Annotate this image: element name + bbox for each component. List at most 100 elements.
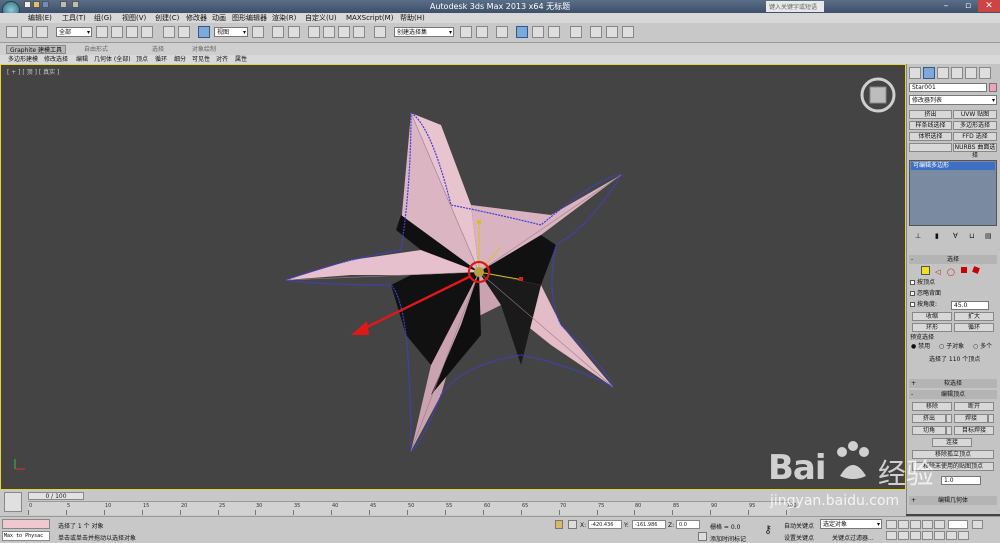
- polygon-level-icon[interactable]: [961, 267, 967, 273]
- angle-value-field[interactable]: 45.0: [951, 301, 989, 310]
- chamfer-settings-icon[interactable]: [946, 426, 952, 435]
- play-icon[interactable]: [910, 520, 921, 529]
- vol-select-button[interactable]: 体积选择: [909, 132, 952, 141]
- time-slider[interactable]: 0 / 100: [28, 492, 84, 500]
- checkbox-icon[interactable]: [910, 291, 915, 296]
- selected-object-dropdown[interactable]: 选定对象: [820, 519, 882, 529]
- maximize-viewport-icon[interactable]: [958, 531, 969, 540]
- ring-button[interactable]: 环形: [912, 323, 952, 332]
- key-filters-button[interactable]: 关键点过滤器...: [832, 533, 874, 542]
- ribbon-item-geometry-all[interactable]: 几何体 (全部): [94, 55, 131, 64]
- y-coordinate-field[interactable]: -161.986: [632, 520, 666, 529]
- orbit-icon[interactable]: [946, 531, 957, 540]
- select-object-icon[interactable]: [96, 26, 108, 38]
- layer-manager-icon[interactable]: [496, 26, 508, 38]
- extrude-settings-icon[interactable]: [946, 414, 952, 423]
- vertex-level-icon[interactable]: [921, 266, 930, 275]
- zoom-icon[interactable]: [886, 531, 897, 540]
- break-button[interactable]: 断开: [954, 402, 994, 411]
- by-vertex-checkbox[interactable]: 按顶点: [910, 279, 935, 287]
- star-mesh[interactable]: [285, 111, 623, 453]
- uvw-map-button[interactable]: UVW 贴图: [953, 110, 997, 119]
- menu-views[interactable]: 视图(V): [122, 13, 146, 23]
- checkbox-icon[interactable]: [910, 302, 915, 307]
- time-config-icon[interactable]: [972, 520, 983, 529]
- timeline-track[interactable]: 0 5 10 15 20 25 30 35 40 45 50 55 60 65 70 75 80 85 90 95 10…: [28, 501, 797, 515]
- field-of-view-icon[interactable]: [922, 531, 933, 540]
- menu-customize[interactable]: 自定义(U): [305, 13, 337, 23]
- edit-named-selection-icon[interactable]: [374, 26, 386, 38]
- modifier-list-dropdown[interactable]: 修改器列表: [909, 95, 997, 105]
- create-tab-icon[interactable]: [909, 67, 921, 79]
- select-move-icon[interactable]: [163, 26, 175, 38]
- maxscript-input[interactable]: Max to Physac: [2, 531, 50, 541]
- modifier-stack[interactable]: 可编辑多边形: [909, 160, 997, 226]
- maxscript-listener-mini[interactable]: [2, 519, 50, 529]
- show-end-result-icon[interactable]: ▮: [935, 232, 939, 240]
- preview-option-disabled[interactable]: ● 禁用: [911, 343, 930, 351]
- remove-button[interactable]: 移除: [912, 402, 952, 411]
- motion-tab-icon[interactable]: [951, 67, 963, 79]
- ffd-select-button[interactable]: FFD 选择: [953, 132, 997, 141]
- key-icon[interactable]: ⚷: [764, 523, 772, 536]
- select-scale-icon[interactable]: [198, 26, 210, 38]
- shrink-button[interactable]: 收缩: [912, 312, 952, 321]
- empty-modifier-button[interactable]: [909, 143, 952, 152]
- maximize-icon[interactable]: ▫: [957, 0, 979, 12]
- selection-filter-dropdown[interactable]: 全部: [56, 27, 92, 37]
- select-rotate-icon[interactable]: [178, 26, 190, 38]
- named-selection-dropdown[interactable]: 创建选择集: [394, 27, 454, 37]
- nurbs-surface-select-button[interactable]: NURBS 曲面选择: [953, 143, 997, 159]
- time-tag-icon[interactable]: [698, 532, 707, 541]
- edit-vertices-rollout-header[interactable]: - 编辑顶点: [909, 390, 997, 399]
- ribbon-item-modify-selection[interactable]: 修改选择: [44, 55, 68, 64]
- configure-modifier-sets-icon[interactable]: ▤: [985, 232, 992, 240]
- tab-object-paint[interactable]: 对象绘制: [192, 45, 216, 54]
- render-production-icon[interactable]: [622, 26, 634, 38]
- align-icon[interactable]: [476, 26, 488, 38]
- zoom-all-icon[interactable]: [898, 531, 909, 540]
- object-color-swatch[interactable]: [989, 83, 997, 92]
- menu-help[interactable]: 帮助(H): [400, 13, 425, 23]
- tab-selection[interactable]: 选择: [152, 45, 164, 54]
- graphite-toggle-icon[interactable]: [516, 26, 528, 38]
- close-icon[interactable]: ✕: [978, 0, 1000, 12]
- ribbon-item-edit[interactable]: 编辑: [76, 55, 88, 64]
- add-time-tag-button[interactable]: 添加时间标记: [710, 534, 746, 543]
- stack-item-editable-poly[interactable]: 可编辑多边形: [911, 162, 995, 170]
- window-crossing-icon[interactable]: [141, 26, 153, 38]
- element-level-icon[interactable]: [972, 266, 980, 274]
- zoom-extents-icon[interactable]: [910, 531, 921, 540]
- select-by-name-icon[interactable]: [111, 26, 123, 38]
- soft-selection-rollout-header[interactable]: + 软选择: [909, 379, 997, 388]
- extrude-button[interactable]: 挤出: [912, 414, 946, 423]
- pin-stack-icon[interactable]: ⊥: [915, 232, 921, 240]
- display-tab-icon[interactable]: [965, 67, 977, 79]
- preview-option-multi[interactable]: ○ 多个: [973, 343, 992, 351]
- selection-lock-icon[interactable]: [555, 520, 563, 529]
- utilities-tab-icon[interactable]: [979, 67, 991, 79]
- ribbon-item-properties[interactable]: 属性: [235, 55, 247, 64]
- weld-settings-icon[interactable]: [988, 414, 994, 423]
- remove-modifier-icon[interactable]: ⊔: [969, 232, 974, 240]
- x-coordinate-field[interactable]: -420.436: [588, 520, 622, 529]
- make-unique-icon[interactable]: ∀: [953, 232, 958, 240]
- tab-freeform[interactable]: 自由形式: [84, 45, 108, 54]
- border-level-icon[interactable]: ◯: [947, 268, 955, 276]
- mirror-icon[interactable]: [460, 26, 472, 38]
- modify-tab-icon[interactable]: [923, 67, 935, 79]
- menu-tools[interactable]: 工具(T): [62, 13, 86, 23]
- reference-coordinate-dropdown[interactable]: 视图: [214, 27, 248, 37]
- poly-select-button[interactable]: 多边形选择: [953, 121, 997, 130]
- preview-option-subobject[interactable]: ○ 子对象: [939, 343, 964, 351]
- chamfer-button[interactable]: 切角: [912, 426, 946, 435]
- spinner-snap-icon[interactable]: [353, 26, 365, 38]
- snaps-toggle-icon[interactable]: [308, 26, 320, 38]
- menu-animation[interactable]: 动画: [212, 13, 226, 23]
- menu-rendering[interactable]: 渲染(R): [272, 13, 296, 23]
- rectangular-selection-icon[interactable]: [126, 26, 138, 38]
- spline-select-button[interactable]: 样条线选择: [909, 121, 952, 130]
- angle-snap-icon[interactable]: [323, 26, 335, 38]
- percent-snap-icon[interactable]: [338, 26, 350, 38]
- extrude-modifier-button[interactable]: 挤出: [909, 110, 952, 119]
